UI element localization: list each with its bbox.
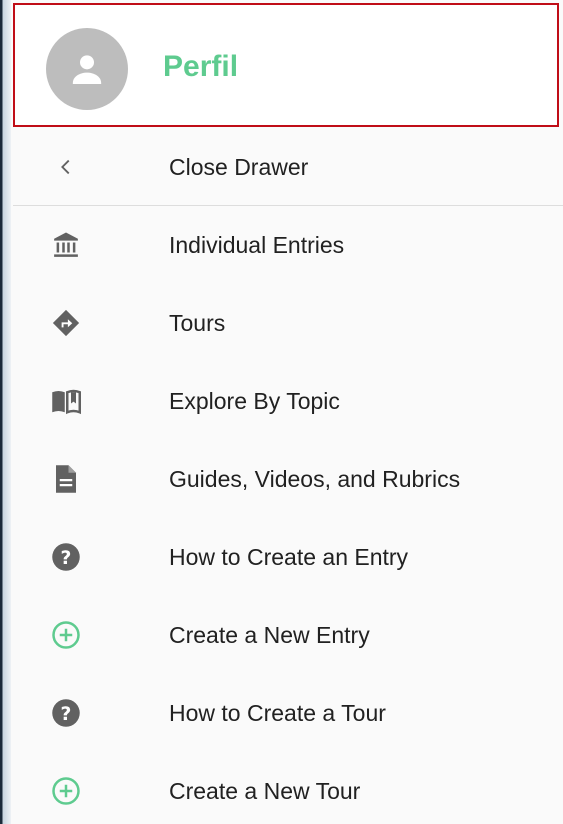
profile-name: Perfil (163, 50, 239, 83)
close-drawer-button[interactable]: Close Drawer (13, 129, 563, 206)
navigation-drawer: Perfil Close Drawer Individual Entries T… (0, 0, 563, 824)
menu-item-individual-entries[interactable]: Individual Entries (13, 206, 563, 284)
menu-item-explore-by-topic[interactable]: Explore By Topic (13, 362, 563, 440)
profile-header[interactable]: Perfil (13, 3, 559, 127)
open-book-icon (51, 386, 81, 416)
menu-item-label: Tours (169, 309, 226, 336)
menu-item-label: Individual Entries (169, 231, 345, 258)
menu-item-create-new-entry[interactable]: Create a New Entry (13, 596, 563, 674)
menu-item-tours[interactable]: Tours (13, 284, 563, 362)
avatar[interactable] (46, 28, 128, 110)
menu-item-label: Guides, Videos, and Rubrics (169, 465, 461, 492)
menu-item-create-new-tour[interactable]: Create a New Tour (13, 752, 563, 824)
add-circle-icon (51, 620, 81, 650)
menu-item-label: How to Create an Entry (169, 543, 409, 570)
chevron-left-icon (51, 152, 81, 182)
menu-item-label: Create a New Tour (169, 777, 361, 804)
drawer-menu: Close Drawer Individual Entries Tours Ex… (13, 129, 563, 824)
help-circle-icon: ? (51, 698, 81, 728)
menu-item-guides-videos-rubrics[interactable]: Guides, Videos, and Rubrics (13, 440, 563, 518)
menu-item-label: Create a New Entry (169, 621, 370, 648)
person-icon (72, 55, 102, 84)
menu-item-how-to-create-entry[interactable]: ? How to Create an Entry (13, 518, 563, 596)
add-circle-icon (51, 776, 81, 806)
menu-item-how-to-create-tour[interactable]: ? How to Create a Tour (13, 674, 563, 752)
svg-text:?: ? (61, 548, 72, 569)
directions-icon (51, 308, 81, 338)
window-edge (0, 0, 11, 824)
menu-item-label: How to Create a Tour (169, 699, 386, 726)
menu-item-label: Close Drawer (169, 153, 309, 180)
document-icon (51, 464, 81, 494)
svg-text:?: ? (61, 704, 72, 725)
museum-icon (51, 230, 81, 260)
menu-item-label: Explore By Topic (169, 387, 340, 414)
help-circle-icon: ? (51, 542, 81, 572)
